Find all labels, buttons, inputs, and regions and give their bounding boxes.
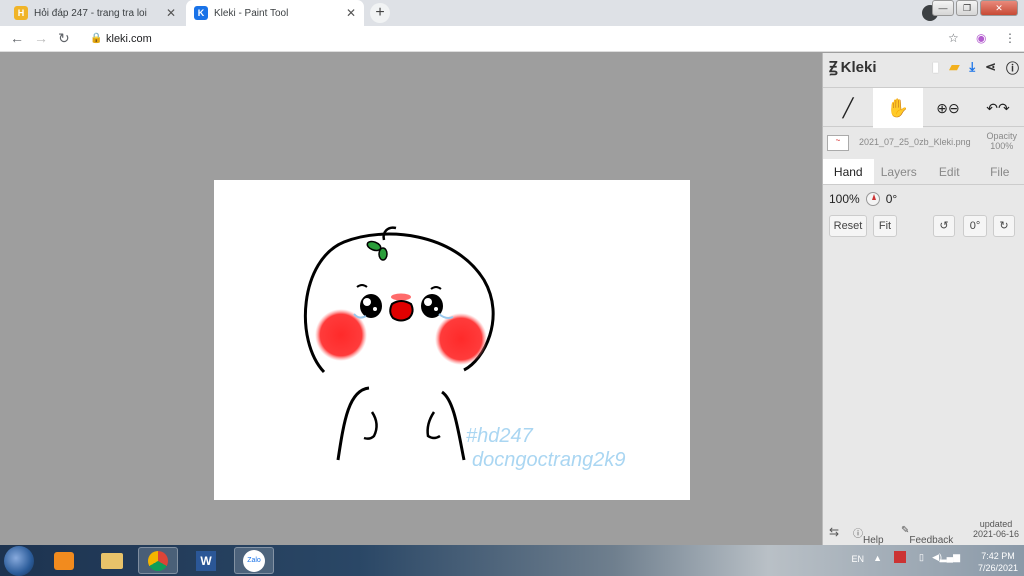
- tool-row: ╱ ✋ ⊕⊖ ↶↷: [823, 87, 1024, 128]
- tab-title: Hỏi đáp 247 - trang tra loi: [34, 7, 147, 19]
- right-cheek: [435, 313, 487, 365]
- hoidap-favicon-icon: H: [14, 6, 28, 20]
- network-icon[interactable]: ▂▄▆: [940, 552, 960, 563]
- file-explorer-icon[interactable]: [92, 547, 132, 574]
- tab-layers[interactable]: Layers: [874, 159, 925, 184]
- compass-icon: [865, 192, 880, 206]
- layer-thumbnail[interactable]: ~: [827, 135, 849, 151]
- taskbar: W Zalo EN ▲ ▯ ◀) ▂▄▆ 7:42 PM 7/26/2021: [0, 545, 1024, 576]
- panel-tabs: Hand Layers Edit File: [823, 159, 1024, 185]
- kleki-logo-icon: Ꙃ: [829, 59, 838, 76]
- media-player-icon[interactable]: [44, 547, 84, 574]
- file-name: 2021_07_25_0zb_Kleki.png: [859, 137, 971, 147]
- tab-title: Kleki - Paint Tool: [214, 7, 289, 19]
- zoom-tool-icon[interactable]: ⊕⊖: [923, 88, 973, 128]
- rotate-right-icon[interactable]: ↻: [993, 215, 1015, 237]
- help-icon[interactable]: ⓘ: [1006, 58, 1019, 77]
- brush-tool-icon[interactable]: ╱: [823, 88, 873, 128]
- view-status: 100% 0°: [829, 192, 897, 206]
- rotation-value: 0°: [885, 192, 898, 206]
- new-tab-button[interactable]: +: [370, 3, 390, 23]
- url-text: kleki.com: [106, 33, 152, 45]
- swap-side-icon[interactable]: ⇆: [829, 525, 839, 539]
- canvas-area[interactable]: #hd247 docngoctrang2k9: [0, 53, 822, 545]
- tab-edit[interactable]: Edit: [924, 159, 975, 184]
- tab-hand[interactable]: Hand: [823, 159, 874, 184]
- updated-info: updated 2021-06-16: [973, 519, 1019, 539]
- updated-date: 2021-06-16: [973, 529, 1020, 539]
- kleki-brand: Kleki: [840, 58, 877, 76]
- url-field[interactable]: 🔒 kleki.com: [82, 29, 962, 49]
- tray-expand-icon[interactable]: ▲: [873, 553, 882, 563]
- zalo-icon[interactable]: Zalo: [234, 547, 274, 574]
- lock-icon: 🔒: [90, 33, 103, 44]
- reset-button[interactable]: Reset: [829, 215, 867, 237]
- kleki-sidebar: Ꙃ Kleki ▮ ▰ ⤓ ⋖ ⓘ ╱ ✋ ⊕⊖ ↶↷ ~ 2021_07_25…: [822, 53, 1024, 546]
- feedback-link[interactable]: ✎ Feedback: [901, 525, 953, 546]
- rotate-left-icon[interactable]: ↺: [933, 215, 955, 237]
- start-button[interactable]: [4, 546, 34, 576]
- opacity-readout: Opacity 100%: [986, 131, 1017, 151]
- sidebar-footer: ⇆ ⓘ Help ✎ Feedback updated 2021-06-16: [823, 515, 1024, 546]
- new-file-icon[interactable]: ▮: [932, 59, 939, 75]
- battery-icon[interactable]: ▯: [919, 552, 924, 563]
- updated-label: updated: [979, 519, 1013, 529]
- forward-icon[interactable]: →: [34, 30, 48, 46]
- zalo-label: Zalo: [243, 549, 265, 572]
- fit-button[interactable]: Fit: [873, 215, 897, 237]
- tab-hoidap[interactable]: H Hỏi đáp 247 - trang tra loi ✕: [6, 0, 184, 26]
- angle-button[interactable]: 0°: [963, 215, 987, 237]
- word-icon[interactable]: W: [186, 547, 226, 574]
- language-indicator[interactable]: EN: [851, 554, 864, 564]
- address-bar: ← → ↻ 🔒 kleki.com ☆ ◉ ⋮: [0, 26, 1024, 52]
- download-icon[interactable]: ⤓: [969, 59, 975, 75]
- undo-redo-icon[interactable]: ↶↷: [973, 88, 1023, 128]
- menu-kebab-icon[interactable]: ⋮: [1004, 31, 1016, 45]
- help-link[interactable]: ⓘ Help: [853, 525, 884, 546]
- hand-tool-icon[interactable]: ✋: [873, 88, 923, 128]
- bookmark-star-icon[interactable]: ☆: [948, 31, 959, 45]
- extension-icon[interactable]: ◉: [976, 31, 986, 45]
- clock-date: 7/26/2021: [977, 563, 1018, 573]
- watermark-line-1: #hd247: [466, 425, 534, 447]
- zoom-value: 100%: [829, 192, 860, 206]
- minimize-button[interactable]: —: [932, 0, 954, 16]
- kleki-header: Ꙃ Kleki ▮ ▰ ⤓ ⋖ ⓘ: [823, 53, 1024, 81]
- window-controls: — ❐ ✕: [932, 0, 1018, 16]
- chrome-icon[interactable]: [138, 547, 178, 574]
- drawing-svg: #hd247 docngoctrang2k9: [303, 226, 625, 471]
- antivirus-icon[interactable]: [894, 551, 906, 563]
- close-tab-icon[interactable]: ✕: [346, 6, 356, 20]
- reload-icon[interactable]: ↻: [58, 30, 70, 47]
- file-info-row: ~ 2021_07_25_0zb_Kleki.png Opacity 100%: [823, 131, 1024, 157]
- browser-tab-bar: H Hỏi đáp 247 - trang tra loi ✕ K Kleki …: [0, 0, 1024, 26]
- maximize-button[interactable]: ❐: [956, 0, 978, 16]
- close-window-button[interactable]: ✕: [980, 0, 1018, 16]
- open-folder-icon[interactable]: ▰: [949, 59, 959, 75]
- clock[interactable]: 7:42 PM 7/26/2021: [978, 550, 1018, 574]
- watermark-line-2: docngoctrang2k9: [472, 449, 625, 471]
- close-tab-icon[interactable]: ✕: [166, 6, 176, 20]
- tab-kleki[interactable]: K Kleki - Paint Tool ✕: [186, 0, 364, 26]
- drawing-canvas[interactable]: #hd247 docngoctrang2k9: [214, 180, 690, 500]
- opacity-value: 100%: [990, 141, 1014, 151]
- kleki-favicon-icon: K: [194, 6, 208, 20]
- back-icon[interactable]: ←: [10, 30, 24, 46]
- tab-file[interactable]: File: [975, 159, 1024, 184]
- opacity-label: Opacity: [986, 131, 1017, 141]
- share-icon[interactable]: ⋖: [985, 59, 996, 75]
- clock-time: 7:42 PM: [981, 551, 1015, 561]
